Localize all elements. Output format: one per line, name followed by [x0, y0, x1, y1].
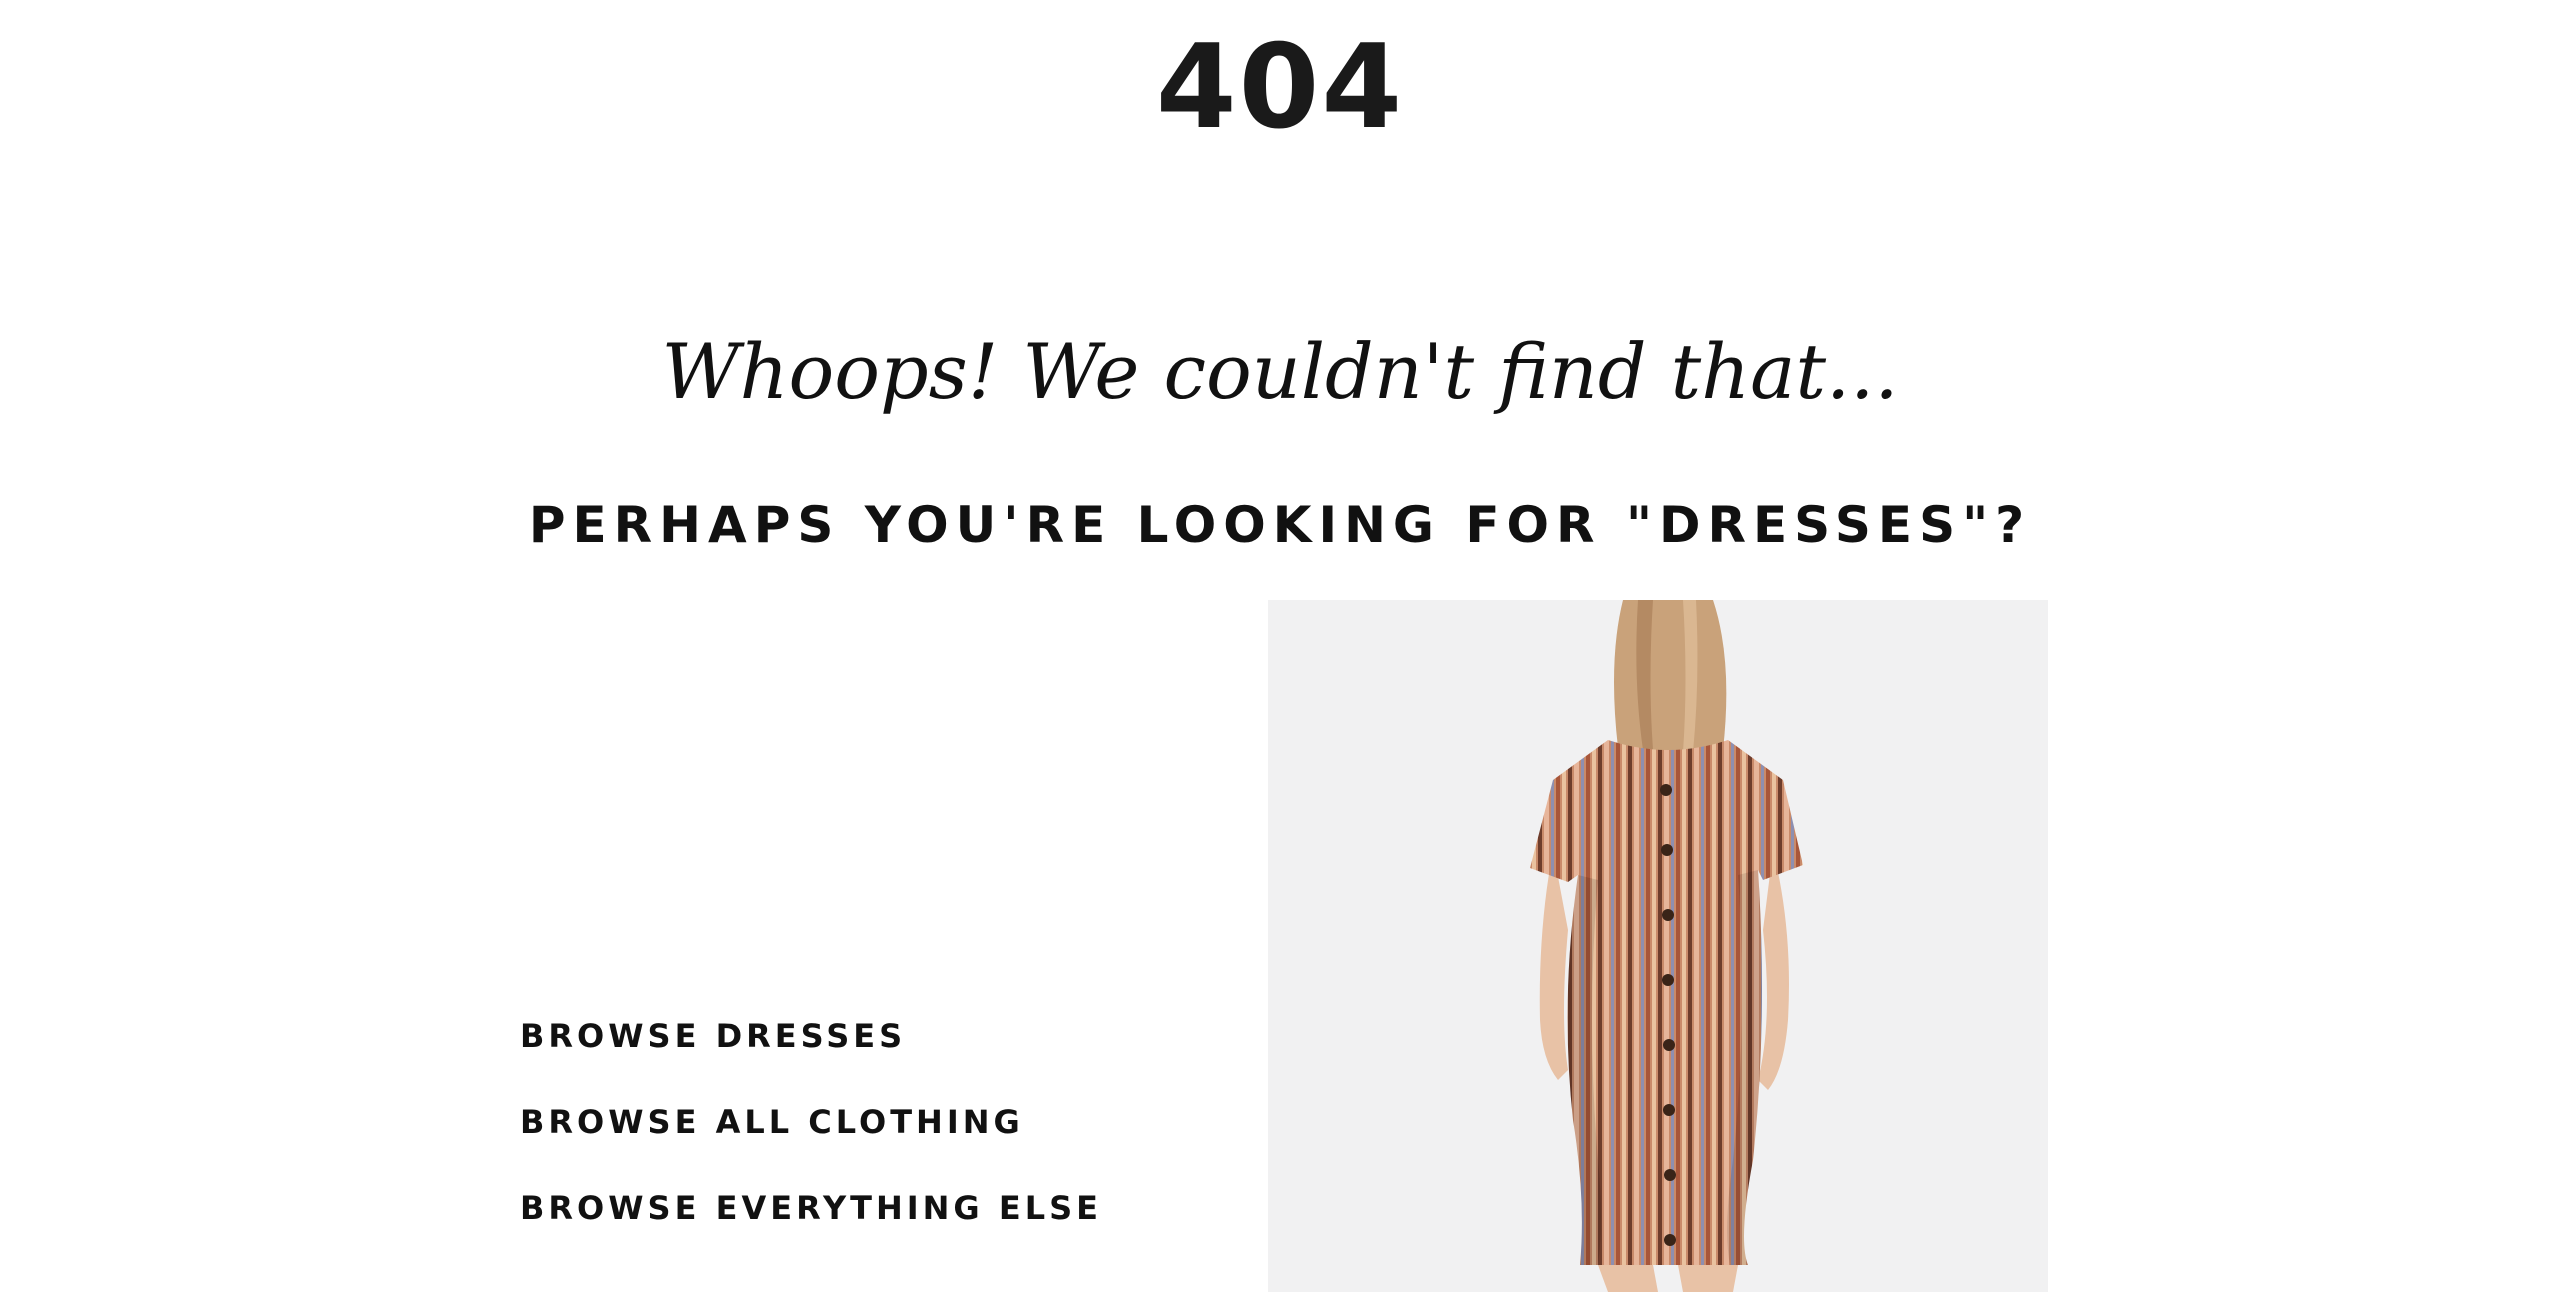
- browse-all-clothing-link[interactable]: BROWSE ALL CLOTHING: [520, 1104, 1102, 1140]
- browse-links: BROWSE DRESSES BROWSE ALL CLOTHING BROWS…: [520, 1018, 1102, 1226]
- dress-product-image[interactable]: [1268, 600, 2048, 1292]
- error-code: 404: [1155, 20, 1405, 155]
- browse-everything-else-link[interactable]: BROWSE EVERYTHING ELSE: [520, 1190, 1102, 1226]
- suggestion-heading: PERHAPS YOU'RE LOOKING FOR "DRESSES"?: [528, 496, 2032, 554]
- left-leg: [1598, 1265, 1658, 1292]
- dress-photo: [1268, 600, 2048, 1292]
- page-headline: Whoops! We couldn't find that...: [661, 327, 1899, 416]
- right-leg: [1678, 1265, 1738, 1292]
- hair: [1614, 600, 1727, 759]
- browse-dresses-link[interactable]: BROWSE DRESSES: [520, 1018, 1102, 1054]
